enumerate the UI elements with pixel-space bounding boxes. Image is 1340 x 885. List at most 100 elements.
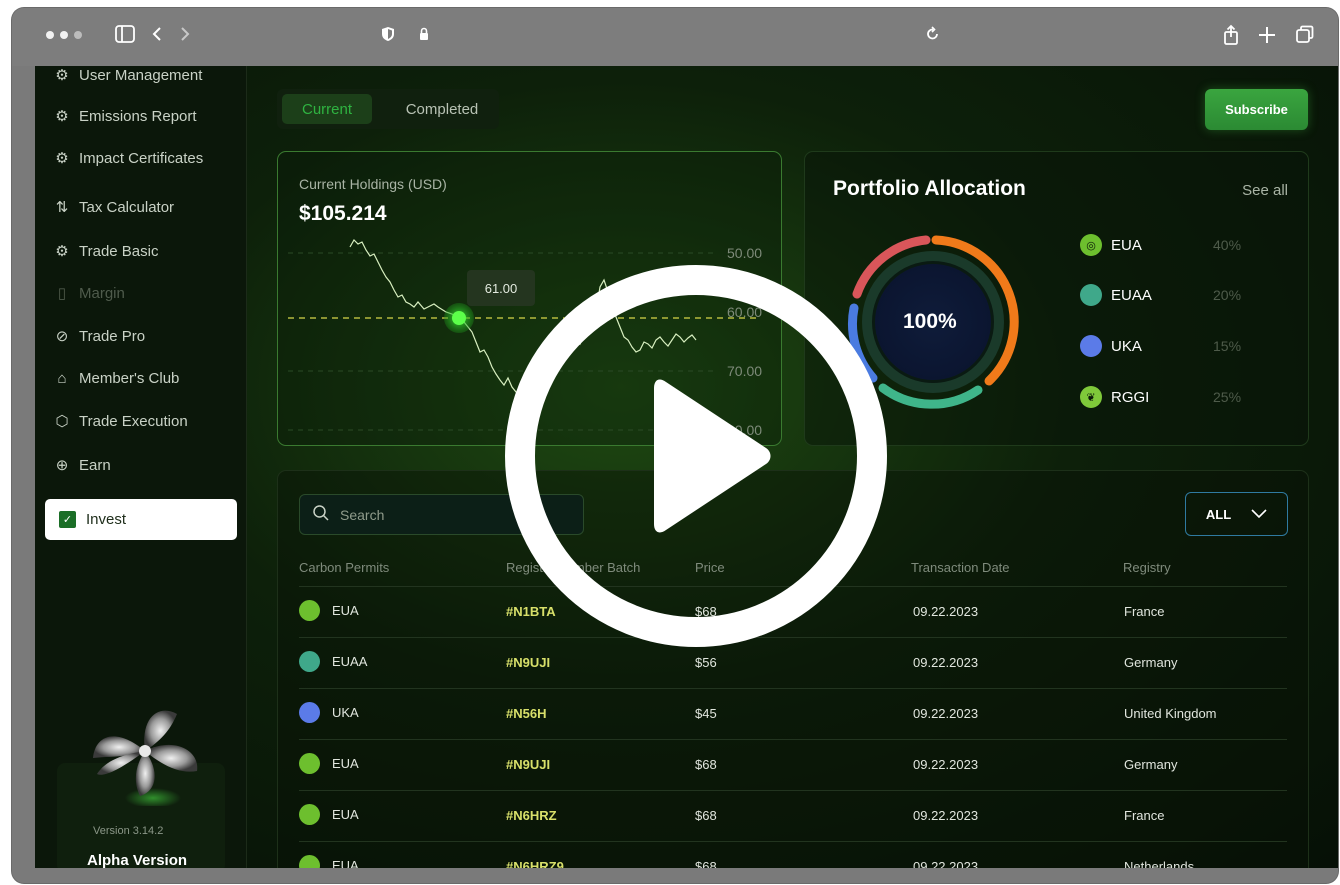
date-cell: 09.22.2023 <box>913 706 979 721</box>
sidebar-item-margin[interactable]: ▯ Margin <box>53 278 125 308</box>
permit-icon <box>299 753 320 774</box>
legend-item-rggi: ❦ RGGI 25% <box>1080 385 1241 409</box>
tab-switcher: Current Completed <box>277 89 499 129</box>
sidebar-item-label: Trade Execution <box>79 412 188 430</box>
sidebar-item-tax-calculator[interactable]: ⇅ Tax Calculator <box>53 192 174 222</box>
date-cell: 09.22.2023 <box>913 757 979 772</box>
sidebar-item-label: Trade Basic <box>79 242 159 260</box>
permit-name: EUA <box>332 756 359 771</box>
column-header[interactable]: Carbon Permits <box>299 560 389 575</box>
trade-basic-icon: ⚙ <box>55 243 69 260</box>
sidebar-item-label: Trade Pro <box>79 327 146 345</box>
margin-icon: ▯ <box>57 285 67 302</box>
sidebar-item-earn[interactable]: ⊕ Earn <box>53 450 111 480</box>
sidebar-item-label: Tax Calculator <box>79 198 175 216</box>
emissions-icon: ⚙ <box>55 108 69 125</box>
registry-cell: Netherlands <box>1124 859 1195 868</box>
permit-name: EUA <box>332 807 359 822</box>
date-cell: 09.22.2023 <box>913 655 979 670</box>
app-content: ⚙ User Management ⚙ Emissions Report ⚙ I… <box>35 66 1338 868</box>
permit-icon <box>299 804 320 825</box>
permit-cell: UKA <box>299 702 359 723</box>
chevron-down-icon <box>1251 507 1267 522</box>
tabs-overview-icon[interactable] <box>1295 24 1315 52</box>
registry-cell: Germany <box>1124 757 1178 772</box>
column-header[interactable]: Transaction Date <box>911 560 1010 575</box>
permit-name: EUA <box>332 603 359 618</box>
date-cell: 09.22.2023 <box>913 604 979 619</box>
batch-cell: #N6HRZ <box>506 808 557 823</box>
registry-cell: France <box>1124 604 1165 619</box>
registry-cell: Germany <box>1124 655 1178 670</box>
sidebar-item-members-club[interactable]: ⌂ Member's Club <box>53 363 179 393</box>
back-icon[interactable] <box>150 24 164 50</box>
tab-current[interactable]: Current <box>282 94 372 124</box>
sidebar-toggle-icon[interactable] <box>114 24 136 50</box>
sidebar: ⚙ User Management ⚙ Emissions Report ⚙ I… <box>35 66 247 868</box>
sidebar-item-label: Invest <box>86 511 127 528</box>
sidebar-item-user-management[interactable]: ⚙ User Management <box>53 66 202 90</box>
uka-icon <box>1080 335 1102 357</box>
sidebar-item-label: Earn <box>79 456 111 474</box>
portfolio-title: Portfolio Allocation <box>833 177 1026 200</box>
earn-icon: ⊕ <box>55 457 69 474</box>
see-all-link[interactable]: See all <box>1242 182 1288 199</box>
sidebar-item-impact-certificates[interactable]: ⚙ Impact Certificates <box>53 143 203 173</box>
donut-center-label: 100% <box>903 310 957 333</box>
price-cell: $68 <box>695 859 717 868</box>
table-row[interactable]: UKA #N56H $45 09.22.2023 United Kingdom <box>299 688 1287 739</box>
sidebar-item-invest[interactable]: ✓ Invest <box>45 499 237 540</box>
table-row[interactable]: EUA #N6HRZ $68 09.22.2023 France <box>299 790 1287 841</box>
window-dots[interactable] <box>46 31 82 39</box>
batch-cell: #N6HRZ9 <box>506 859 564 868</box>
certificates-icon: ⚙ <box>55 150 69 167</box>
permit-icon <box>299 855 320 868</box>
sidebar-item-label: Emissions Report <box>79 107 197 125</box>
table-row[interactable]: EUA #N9UJI $68 09.22.2023 Germany <box>299 739 1287 790</box>
batch-cell: #N9UJI <box>506 757 551 772</box>
permit-cell: EUA <box>299 753 359 774</box>
filter-value: ALL <box>1205 506 1232 522</box>
permit-name: EUA <box>332 858 359 868</box>
search-icon <box>312 504 330 525</box>
registry-cell: France <box>1124 808 1165 823</box>
execution-icon: ⬡ <box>55 413 69 430</box>
arrows-icon: ⇅ <box>55 199 69 216</box>
sidebar-item-trade-execution[interactable]: ⬡ Trade Execution <box>53 406 188 436</box>
batch-cell: #N9UJI <box>506 655 551 670</box>
browser-toolbar <box>12 8 1338 66</box>
sidebar-item-label: Impact Certificates <box>79 149 204 167</box>
sidebar-item-label: Member's Club <box>79 369 180 387</box>
date-cell: 09.22.2023 <box>913 808 979 823</box>
registry-cell: United Kingdom <box>1124 706 1217 721</box>
browser-window: ⚙ User Management ⚙ Emissions Report ⚙ I… <box>12 8 1338 883</box>
tab-completed[interactable]: Completed <box>387 94 497 124</box>
euaa-icon <box>1080 284 1102 306</box>
subscribe-button[interactable]: Subscribe <box>1205 89 1308 130</box>
new-tab-icon[interactable] <box>1257 24 1277 52</box>
reload-icon[interactable] <box>925 24 941 50</box>
leaf-icon: ❦ <box>1080 386 1102 408</box>
permit-icon <box>299 702 320 723</box>
play-icon[interactable] <box>504 264 888 648</box>
column-header[interactable]: Registry <box>1123 560 1171 575</box>
sidebar-item-emissions-report[interactable]: ⚙ Emissions Report <box>53 101 197 131</box>
sidebar-item-label: User Management <box>79 66 203 84</box>
sidebar-item-trade-basic[interactable]: ⚙ Trade Basic <box>53 236 158 266</box>
legend-item-uka: UKA 15% <box>1080 334 1241 358</box>
trade-pro-icon: ⊘ <box>55 328 69 345</box>
shield-icon <box>380 24 396 50</box>
permit-cell: EUAA <box>299 651 367 672</box>
sidebar-item-label: Margin <box>79 284 125 302</box>
permit-name: UKA <box>332 705 359 720</box>
legend-item-euaa: EUAA 20% <box>1080 283 1241 307</box>
permit-icon <box>299 651 320 672</box>
user-management-icon: ⚙ <box>55 67 69 84</box>
filter-dropdown[interactable]: ALL <box>1185 492 1288 536</box>
table-row[interactable]: EUA #N6HRZ9 $68 09.22.2023 Netherlands <box>299 841 1287 868</box>
share-icon[interactable] <box>1222 24 1240 52</box>
sidebar-item-trade-pro[interactable]: ⊘ Trade Pro <box>53 321 145 351</box>
version-text: Version 3.14.2 <box>93 825 164 837</box>
forward-icon[interactable] <box>178 24 192 50</box>
permit-name: EUAA <box>332 654 368 669</box>
